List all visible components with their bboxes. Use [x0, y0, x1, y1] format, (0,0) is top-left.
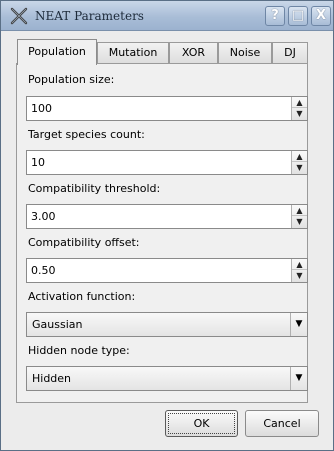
spin-down-icon[interactable]: ▼ — [292, 162, 307, 173]
spin-arrows: ▲ ▼ — [291, 151, 307, 174]
activation-function-value: Gaussian — [32, 318, 83, 331]
ok-button[interactable]: OK — [165, 410, 238, 437]
activation-function-dropdown[interactable]: Gaussian ▼ — [26, 312, 308, 337]
compatibility-threshold-label: Compatibility threshold: — [28, 182, 161, 195]
cancel-button[interactable]: Cancel — [245, 410, 319, 437]
compatibility-offset-value[interactable]: 0.50 — [31, 259, 56, 282]
spin-up-icon[interactable]: ▲ — [292, 259, 307, 270]
compatibility-threshold-value[interactable]: 3.00 — [31, 205, 56, 228]
spin-up-icon[interactable]: ▲ — [292, 205, 307, 216]
spin-arrows: ▲ ▼ — [291, 97, 307, 120]
activation-function-label: Activation function: — [28, 290, 136, 303]
chevron-down-icon[interactable]: ▼ — [290, 367, 307, 390]
hidden-node-type-dropdown[interactable]: Hidden ▼ — [26, 366, 308, 391]
spin-arrows: ▲ ▼ — [291, 205, 307, 228]
spin-arrows: ▲ ▼ — [291, 259, 307, 282]
spin-up-icon[interactable]: ▲ — [292, 97, 307, 108]
target-species-count-value[interactable]: 10 — [31, 151, 45, 174]
spin-down-icon[interactable]: ▼ — [292, 270, 307, 281]
hidden-node-type-value: Hidden — [32, 372, 72, 385]
spin-up-icon[interactable]: ▲ — [292, 151, 307, 162]
compatibility-offset-spinbox[interactable]: 0.50 ▲ ▼ — [26, 258, 308, 283]
spin-down-icon[interactable]: ▼ — [292, 108, 307, 119]
compatibility-threshold-spinbox[interactable]: 3.00 ▲ ▼ — [26, 204, 308, 229]
dialog-window: NEAT Parameters ? □ X Population Mutatio… — [0, 0, 334, 451]
spin-down-icon[interactable]: ▼ — [292, 216, 307, 227]
target-species-count-spinbox[interactable]: 10 ▲ ▼ — [26, 150, 308, 175]
hidden-node-type-label: Hidden node type: — [28, 344, 130, 357]
population-size-spinbox[interactable]: 100 ▲ ▼ — [26, 96, 308, 121]
chevron-down-icon[interactable]: ▼ — [290, 313, 307, 336]
compatibility-offset-label: Compatibility offset: — [28, 236, 140, 249]
population-size-value[interactable]: 100 — [31, 97, 52, 120]
target-species-count-label: Target species count: — [28, 128, 145, 141]
population-size-label: Population size: — [28, 73, 115, 86]
